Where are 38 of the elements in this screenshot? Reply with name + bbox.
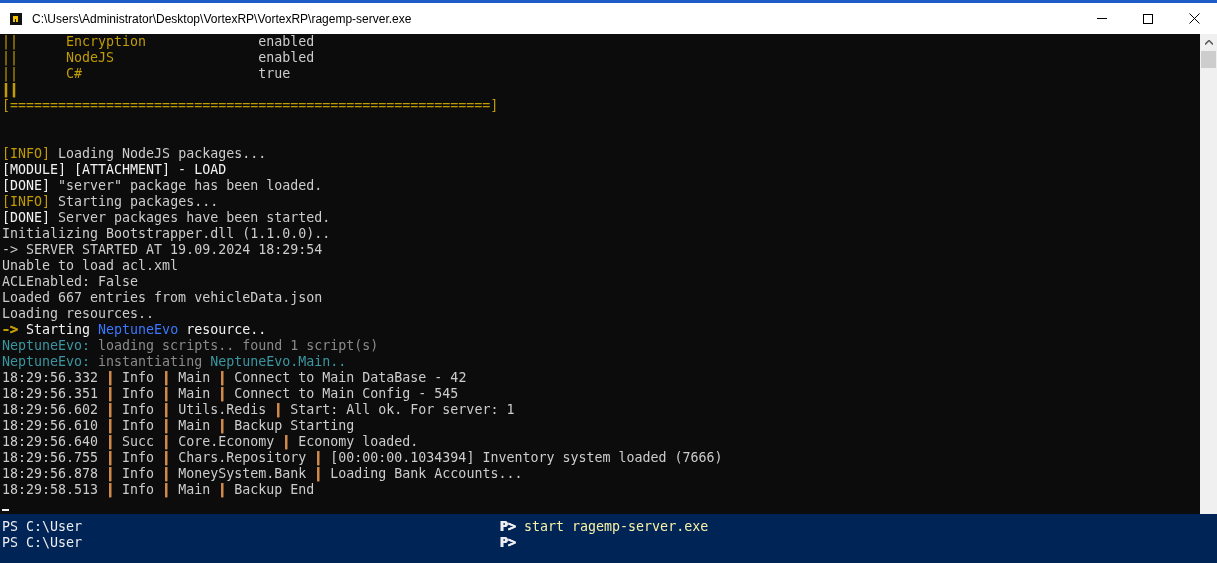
console-line: Unable to load acl.xml [2,258,179,274]
console-line: || Encryption enabled [2,34,315,50]
scrollbar-thumb[interactable] [1201,51,1216,68]
console-line: 18:29:56.878 | Info | MoneySystem.Bank | Loading Bank Accounts... [2,466,523,482]
console-line: || [2,82,18,98]
console-line: || NodeJS enabled [2,50,315,66]
console-line: Loaded 667 entries from vehicleData.json [2,290,323,306]
app-icon [10,12,22,25]
console-line: [MODULE] [ATTACHMENT] - LOAD [2,162,227,178]
console-line: -> SERVER STARTED AT 19.09.2024 18:29:54 [2,242,323,258]
console-line: [DONE] Server packages have been started. [2,210,331,226]
console-line: 18:29:56.602 | Info | Utils.Redis | Start: All ok. For server: 1 [2,402,515,418]
console-line: P> [500,535,516,551]
console-line: [DONE] "server" package has been loaded. [2,178,323,194]
console-line: P> start ragemp-server.exe [500,519,709,535]
text-cursor [2,509,9,511]
maximize-icon [1143,13,1153,24]
console-line: 18:29:56.755 | Info | Chars.Repository | [00:00:00.1034394] Inventory system loaded (7666) [2,450,723,466]
console-line: 18:29:56.332 | Info | Main | Connect to Main DataBase - 42 [2,370,467,386]
console-line: NeptuneEvo: loading scripts.. found 1 script(s) [2,338,379,354]
console-line: 18:29:58.513 | Info | Main | Backup End [2,482,315,498]
console-line: NeptuneEvo: instantiating NeptuneEvo.Main.. [2,354,347,370]
console-line: [============================================================] [2,98,499,114]
close-icon [1188,13,1200,24]
console-line: PS C:\User [2,519,83,535]
console-line: PS C:\User [2,535,83,551]
console-line: 18:29:56.610 | Info | Main | Backup Starting [2,418,355,434]
console-line: || C# true [2,66,291,82]
window-title: C:\Users\Administrator\Desktop\VortexRP\VortexRP\ragemp-server.exe [32,11,413,26]
console-line: -> Starting NeptuneEvo resource.. [2,322,267,338]
console-line: [INFO] Starting packages... [2,194,219,210]
console-line: 18:29:56.640 | Succ | Core.Economy | Economy loaded. [2,434,419,450]
console-line: Loading resources.. [2,306,155,322]
console-line: Initializing Bootstrapper.dll (1.1.0.0).. [2,226,331,242]
console-line: [INFO] Loading NodeJS packages... [2,146,267,162]
console-line: 18:29:56.351 | Info | Main | Connect to Main Config - 545 [2,386,459,402]
console-line: ACLEnabled: False [2,274,139,290]
scroll-up-icon[interactable] [1204,40,1213,45]
